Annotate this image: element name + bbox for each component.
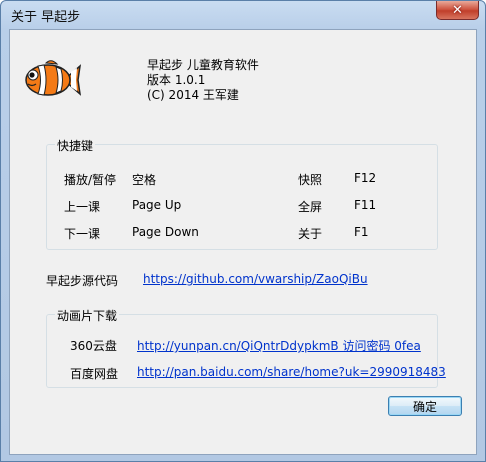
title-bar[interactable]: 关于 早起步 ✕ bbox=[1, 1, 485, 27]
shortcut-key-pagedown: Page Down bbox=[132, 225, 199, 239]
shortcut-action-snapshot: 快照 bbox=[298, 173, 323, 187]
clownfish-logo-icon bbox=[25, 60, 82, 96]
downloads-group-title: 动画片下载 bbox=[55, 307, 120, 324]
shortcut-key-space: 空格 bbox=[132, 173, 157, 187]
source-code-link[interactable]: https://github.com/vwarship/ZaoQiBu bbox=[143, 272, 368, 286]
shortcuts-group-title: 快捷键 bbox=[55, 137, 96, 154]
shortcut-action-about: 关于 bbox=[298, 227, 323, 241]
shortcut-action-play-pause: 播放/暂停 bbox=[64, 173, 117, 187]
shortcut-action-fullscreen: 全屏 bbox=[298, 200, 323, 214]
app-version: 版本 1.0.1 bbox=[147, 73, 206, 87]
downloads-group: 动画片下载 360云盘 http://yunpan.cn/QiQntrDdypk… bbox=[46, 307, 446, 388]
app-info: 早起步 儿童教育软件 版本 1.0.1 (C) 2014 王军建 bbox=[147, 58, 259, 103]
close-button[interactable]: ✕ bbox=[436, 1, 479, 20]
ok-button[interactable]: 确定 bbox=[388, 396, 462, 416]
about-dialog: 关于 早起步 ✕ 早起步 儿童教育软件 版本 1.0.1 (C) 2014 王军… bbox=[0, 0, 486, 462]
shortcut-key-f12: F12 bbox=[354, 171, 377, 185]
shortcut-action-prev: 上一课 bbox=[64, 200, 101, 214]
download-label-baidu: 百度网盘 bbox=[70, 367, 119, 381]
window-title: 关于 早起步 bbox=[11, 10, 81, 25]
app-copyright: (C) 2014 王军建 bbox=[147, 88, 239, 102]
close-icon: ✕ bbox=[452, 2, 463, 18]
dialog-body: 早起步 儿童教育软件 版本 1.0.1 (C) 2014 王军建 快捷键 播放/… bbox=[9, 29, 477, 455]
shortcut-key-f11: F11 bbox=[354, 198, 377, 212]
download-label-360: 360云盘 bbox=[70, 339, 117, 353]
shortcut-action-next: 下一课 bbox=[64, 227, 101, 241]
source-code-label: 早起步源代码 bbox=[46, 274, 119, 288]
download-link-360[interactable]: http://yunpan.cn/QiQntrDdypkmB 访问密码 0fea bbox=[137, 337, 421, 354]
shortcuts-group: 快捷键 播放/暂停 空格 快照 F12 上一课 Page Up 全屏 F11 下… bbox=[46, 137, 438, 250]
shortcut-key-f1: F1 bbox=[354, 225, 369, 239]
download-link-baidu[interactable]: http://pan.baidu.com/share/home?uk=29909… bbox=[137, 365, 446, 379]
shortcut-key-pageup: Page Up bbox=[132, 198, 182, 212]
ok-button-label: 确定 bbox=[412, 399, 437, 414]
app-name: 早起步 儿童教育软件 bbox=[147, 58, 259, 72]
